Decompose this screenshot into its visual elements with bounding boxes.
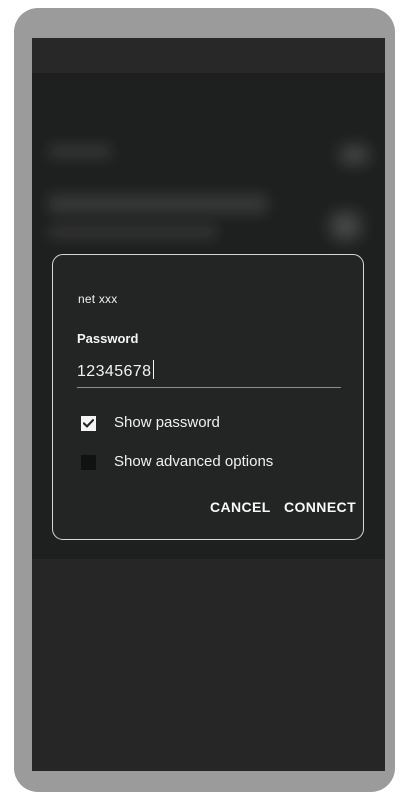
phone-screen: net xxx Password 12345678 Show password bbox=[32, 38, 385, 771]
wifi-password-dialog: net xxx Password 12345678 Show password bbox=[52, 254, 364, 540]
password-input[interactable]: 12345678 bbox=[77, 360, 341, 388]
show-password-checkbox[interactable] bbox=[81, 415, 96, 431]
blurred-network-row bbox=[48, 194, 268, 214]
blurred-wifi-icon bbox=[329, 211, 362, 241]
blurred-setting-icon bbox=[339, 145, 370, 165]
blurred-setting-title bbox=[48, 145, 112, 158]
show-password-label: Show password bbox=[114, 414, 220, 431]
show-advanced-options-label: Show advanced options bbox=[114, 453, 274, 470]
status-bar bbox=[32, 38, 385, 73]
password-value: 12345678 bbox=[77, 363, 152, 380]
network-name: net xxx bbox=[78, 292, 118, 306]
connect-button[interactable]: CONNECT bbox=[284, 498, 356, 516]
cancel-button[interactable]: CANCEL bbox=[210, 498, 271, 516]
check-icon bbox=[83, 418, 94, 428]
device-frame: net xxx Password 12345678 Show password bbox=[14, 8, 395, 792]
text-cursor bbox=[153, 360, 155, 379]
blurred-network-subtitle bbox=[48, 226, 218, 238]
show-advanced-options-checkbox[interactable] bbox=[81, 454, 96, 470]
password-label: Password bbox=[77, 331, 139, 346]
show-password-option[interactable]: Show password bbox=[81, 412, 220, 434]
show-advanced-options-option[interactable]: Show advanced options bbox=[81, 451, 273, 473]
